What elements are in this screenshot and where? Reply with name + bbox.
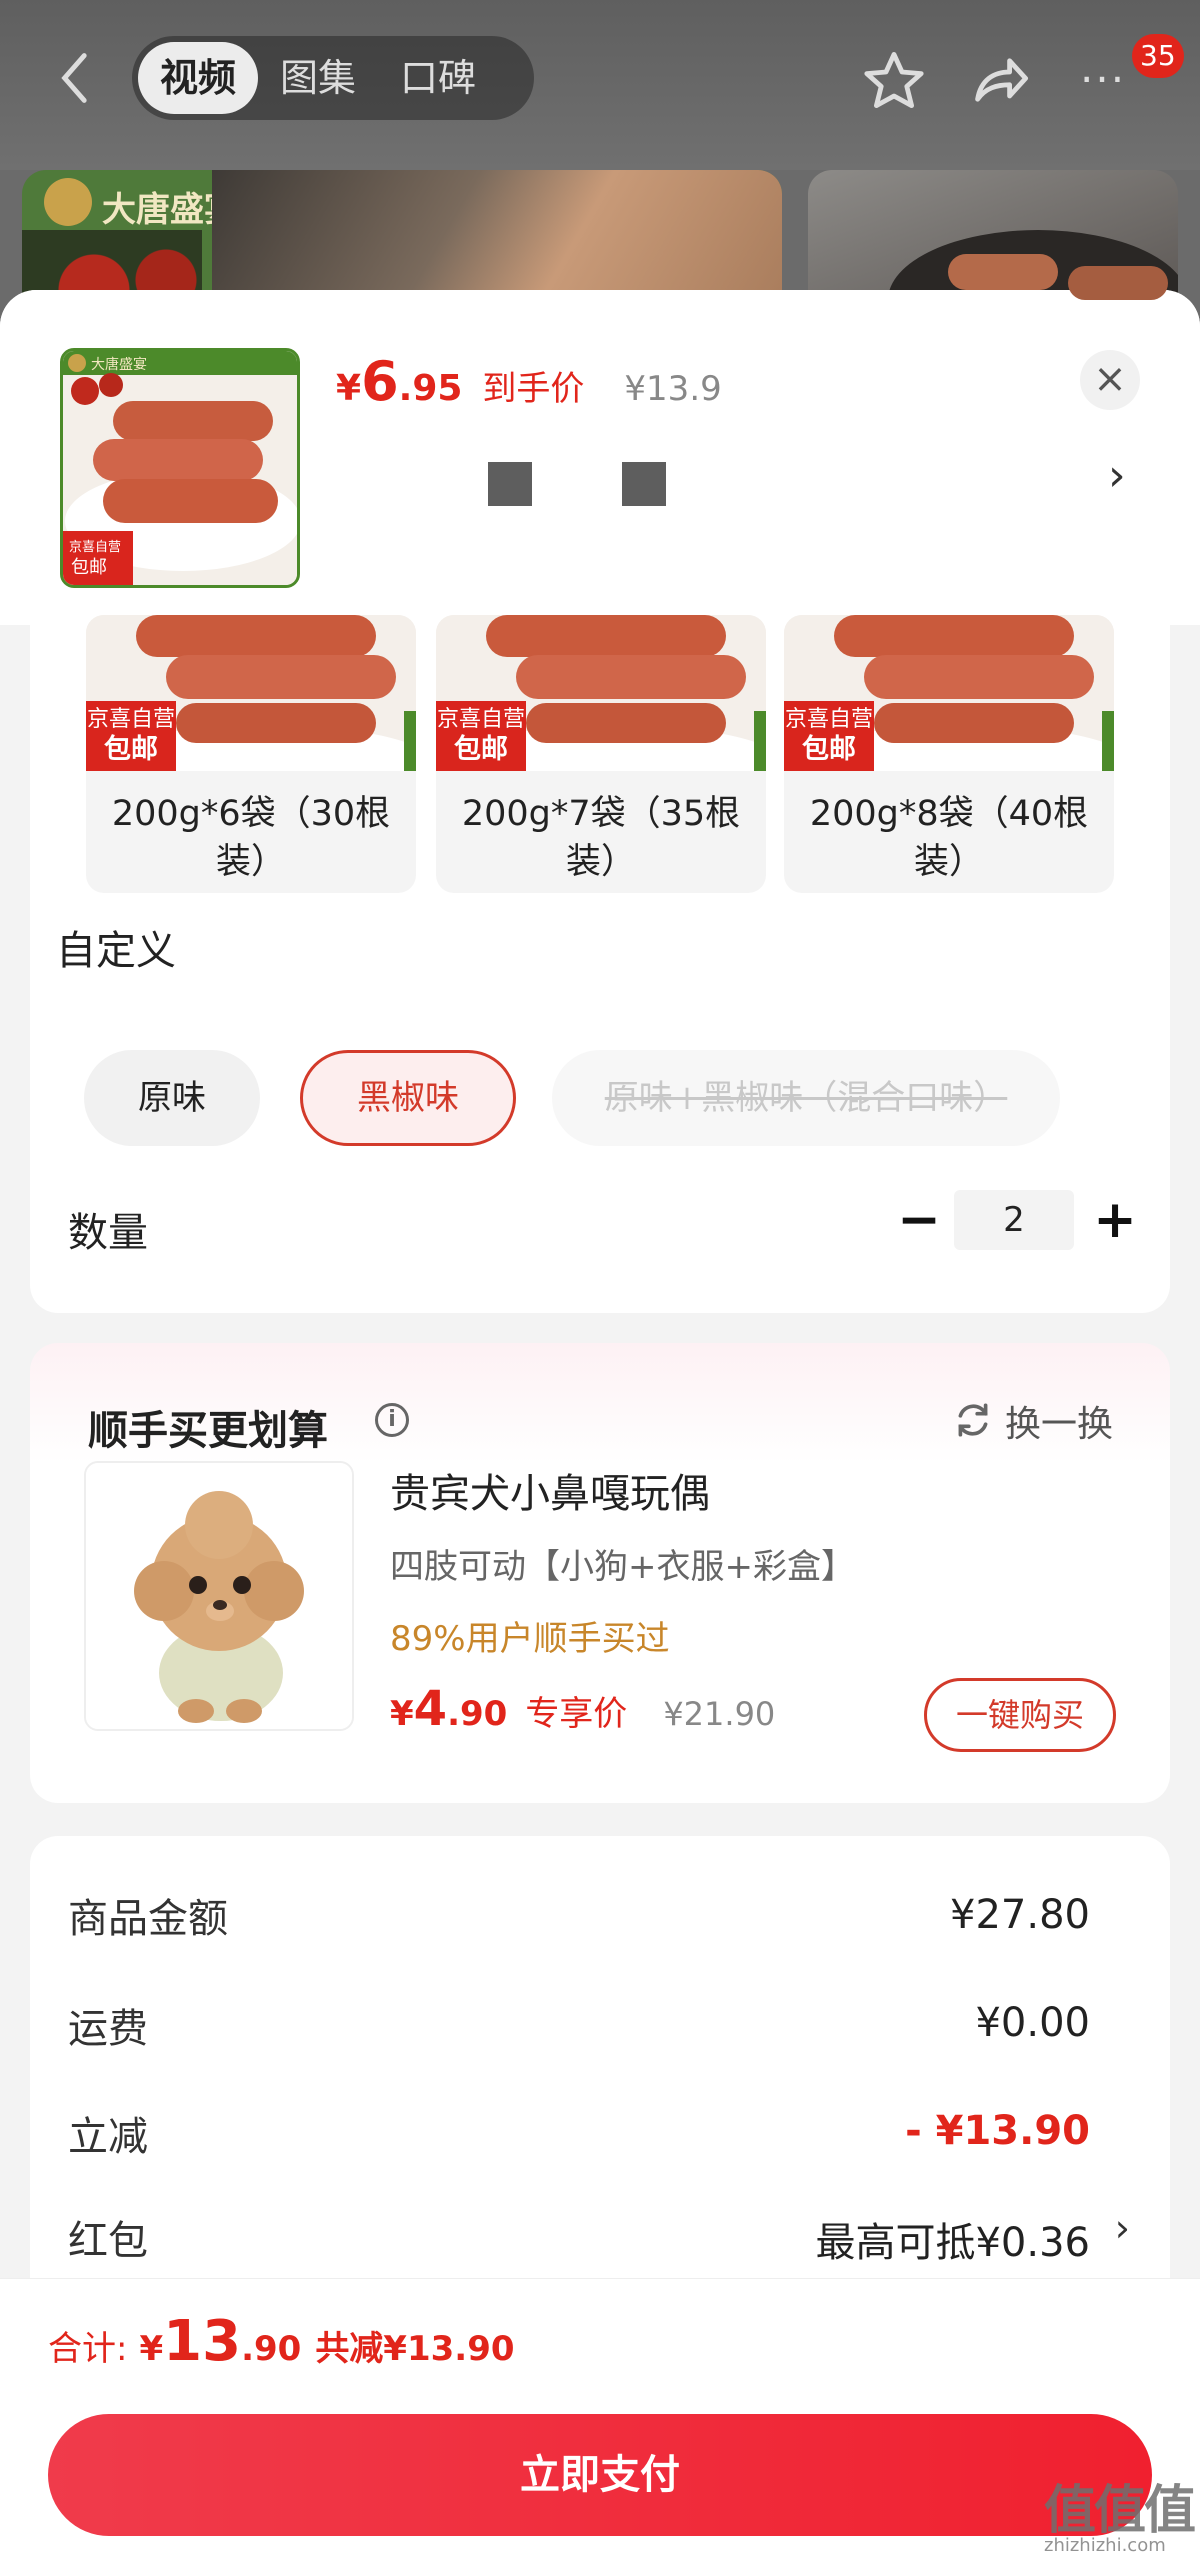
favorite-star-icon[interactable] [862, 48, 926, 112]
summary-label-discount: 立减 [68, 2114, 148, 2160]
sku-option[interactable]: 京喜自营 包邮 200g*7袋（35根装） [436, 615, 766, 893]
final-price-label: 到手价 [482, 369, 585, 409]
product-page-header: 视频 图集 口碑 ··· 35 [0, 0, 1200, 170]
notification-badge: 35 [1132, 34, 1184, 78]
price-decimal: .95 [398, 368, 463, 409]
addon-recommendation-card: 顺手买更划算 i 换一换 贵宾犬小鼻嘎玩偶 四肢可动【小狗+衣服+彩盒】 89%… [30, 1343, 1170, 1803]
tab-gallery[interactable]: 图集 [258, 42, 378, 114]
sku-option[interactable]: 京喜自营 包邮 200g*8袋（40根装） [784, 615, 1114, 893]
info-icon[interactable]: i [375, 1403, 409, 1437]
sku-tag: 京喜自营 包邮 [86, 701, 176, 771]
sku-tag-line2: 包邮 [802, 734, 856, 765]
flavor-section-title: 自定义 [56, 928, 176, 974]
brand-logo-icon [44, 178, 92, 226]
tab-reviews[interactable]: 口碑 [378, 42, 498, 114]
chevron-right-icon[interactable]: › [1108, 450, 1126, 501]
addon-product-image[interactable] [84, 1461, 354, 1731]
one-click-buy-button[interactable]: 一键购买 [924, 1678, 1116, 1752]
sku-option[interactable]: 京喜自营 包邮 200g*6袋（30根装） [86, 615, 416, 893]
summary-value-shipping: ¥0.00 [975, 2000, 1090, 2046]
quantity-decrease-button[interactable]: − [894, 1190, 944, 1250]
sku-label: 200g*6袋（30根装） [111, 794, 391, 882]
back-button[interactable] [55, 48, 103, 108]
summary-label-subtotal: 商品金额 [68, 1896, 228, 1942]
original-price: ¥13.9 [624, 369, 722, 409]
pay-now-button[interactable]: 立即支付 [48, 2414, 1152, 2536]
quantity-input[interactable]: 2 [954, 1190, 1074, 1250]
flavor-option-mixed: 原味+黑椒味（混合口味） [552, 1050, 1060, 1146]
summary-label-shipping: 运费 [68, 2006, 148, 2052]
share-icon[interactable] [968, 48, 1032, 112]
summary-value-discount: - ¥13.90 [905, 2108, 1090, 2154]
total-decimal: .90 [241, 2329, 302, 2369]
thumb-tag-line2: 包邮 [71, 557, 107, 578]
sku-tag-line1: 京喜自营 [436, 707, 525, 732]
watermark-mark: 值值值 [1044, 2481, 1196, 2541]
product-thumbnail[interactable]: 大唐盛宴 京喜自营 包邮 [60, 348, 300, 588]
total-saved: 共减¥13.90 [315, 2329, 515, 2369]
media-tab-switcher: 视频 图集 口碑 [132, 36, 534, 120]
sausage-image [948, 254, 1058, 290]
sku-selection-sheet: 大唐盛宴 京喜自营 包邮 ¥ 6 .95 到手价 ¥13.9 × › 京喜自营 … [0, 290, 1200, 2558]
addon-price-integer: 4 [413, 1681, 448, 1737]
addon-price-label: 专享价 [525, 1694, 628, 1734]
close-button[interactable]: × [1080, 350, 1140, 410]
refresh-icon[interactable] [952, 1399, 994, 1441]
refresh-button[interactable]: 换一换 [1005, 1395, 1113, 1447]
sku-tag-line2: 包邮 [454, 734, 508, 765]
sku-tag-line1: 京喜自营 [86, 707, 175, 732]
sku-tag-line2: 包邮 [104, 734, 158, 765]
quantity-label: 数量 [68, 1210, 148, 1256]
addon-price-decimal: .90 [447, 1694, 508, 1734]
sheet-price: ¥ 6 .95 到手价 ¥13.9 [336, 350, 722, 413]
sausage-image [1068, 266, 1168, 300]
total-label: 合计: [48, 2329, 128, 2369]
summary-value-subtotal: ¥27.80 [950, 1892, 1090, 1938]
total-integer: 13 [163, 2309, 242, 2374]
quantity-increase-button[interactable]: + [1090, 1190, 1140, 1250]
addon-title: 顺手买更划算 [88, 1408, 328, 1454]
addon-price-symbol: ¥ [390, 1694, 414, 1734]
redacted-block [488, 462, 532, 506]
order-total: 合计: ¥ 13 .90 共减¥13.90 [48, 2309, 515, 2374]
addon-price: ¥ 4 .90 专享价 ¥21.90 [390, 1681, 775, 1737]
sku-tag-line1: 京喜自营 [784, 707, 873, 732]
sku-tag: 京喜自营 包邮 [436, 701, 526, 771]
sku-label: 200g*8袋（40根装） [809, 794, 1089, 882]
sku-tag: 京喜自营 包邮 [784, 701, 874, 771]
addon-buy-rate: 89%用户顺手买过 [390, 1619, 670, 1659]
summary-value-red-packet[interactable]: 最高可抵¥0.36 [815, 2210, 1090, 2268]
addon-product-desc: 四肢可动【小狗+衣服+彩盒】 [390, 1547, 855, 1587]
summary-label-red-packet: 红包 [68, 2218, 148, 2264]
tab-video[interactable]: 视频 [138, 42, 259, 114]
redacted-block [622, 462, 666, 506]
flavor-option-black-pepper[interactable]: 黑椒味 [300, 1050, 516, 1146]
watermark: 值值值 zhizhizhi.com [1044, 2468, 1196, 2556]
flavor-option-original[interactable]: 原味 [84, 1050, 260, 1146]
addon-original-price: ¥21.90 [663, 1695, 776, 1733]
addon-product-name[interactable]: 贵宾犬小鼻嘎玩偶 [390, 1461, 710, 1519]
thumb-brand: 大唐盛宴 [91, 356, 147, 373]
price-integer: 6 [361, 350, 399, 413]
back-arrow-icon [61, 53, 87, 103]
sausage-thumbnail-image: 大唐盛宴 京喜自营 包邮 [63, 351, 297, 585]
poodle-toy-image [86, 1463, 352, 1729]
thumb-tag-line1: 京喜自营 [69, 540, 121, 555]
total-symbol: ¥ [139, 2329, 164, 2369]
sheet-header: 大唐盛宴 京喜自营 包邮 ¥ 6 .95 到手价 ¥13.9 × › [0, 290, 1200, 625]
chevron-right-icon[interactable]: › [1115, 2206, 1130, 2250]
checkout-bar: 合计: ¥ 13 .90 共减¥13.90 立即支付 [0, 2278, 1200, 2558]
sku-label: 200g*7袋（35根装） [461, 794, 741, 882]
price-symbol: ¥ [336, 368, 362, 409]
